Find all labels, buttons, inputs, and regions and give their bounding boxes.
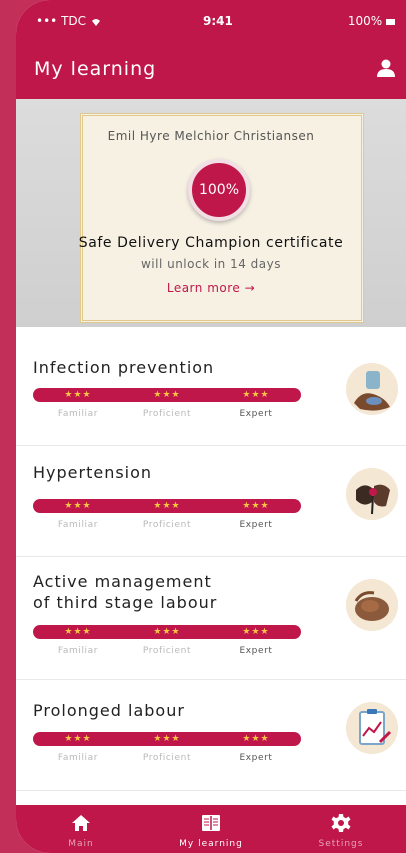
level-expert: Expert xyxy=(239,409,273,419)
level-progress-bar: ★★★ ★★★ ★★★ xyxy=(33,388,301,402)
stars-expert: ★★★ xyxy=(242,627,270,637)
level-progress-bar: ★★★ ★★★ ★★★ xyxy=(33,499,301,513)
handwashing-icon xyxy=(346,363,398,415)
level-expert: Expert xyxy=(239,646,273,656)
module-title: Active management of third stage labour xyxy=(33,572,218,612)
app-header: ••• TDC 9:41 100% My learning xyxy=(16,0,406,99)
tab-main[interactable]: Main xyxy=(16,805,146,853)
module-title: Hypertension xyxy=(33,463,153,482)
level-expert: Expert xyxy=(239,520,273,530)
level-familiar: Familiar xyxy=(57,646,99,656)
module-item-third-stage-labour[interactable]: Active management of third stage labour … xyxy=(16,557,406,680)
module-item-infection-prevention[interactable]: Infection prevention ★★★ ★★★ ★★★ Familia… xyxy=(16,335,406,446)
stars-expert: ★★★ xyxy=(242,734,270,744)
stars-proficient: ★★★ xyxy=(153,734,181,744)
tab-label: Settings xyxy=(318,839,364,849)
stars-proficient: ★★★ xyxy=(153,390,181,400)
page-title: My learning xyxy=(34,58,157,80)
level-familiar: Familiar xyxy=(57,409,99,419)
battery-label: 100% xyxy=(347,14,383,28)
wifi-icon xyxy=(91,19,100,26)
stars-familiar: ★★★ xyxy=(64,627,92,637)
level-proficient: Proficient xyxy=(142,520,192,530)
certificate-card[interactable]: Emil Hyre Melchior Christiansen 100% Saf… xyxy=(16,99,406,327)
module-item-hypertension[interactable]: Hypertension ★★★ ★★★ ★★★ Familiar Profic… xyxy=(16,446,406,557)
level-proficient: Proficient xyxy=(142,409,192,419)
stars-familiar: ★★★ xyxy=(64,734,92,744)
carrier-signal: ••• TDC xyxy=(36,14,102,28)
profile-icon[interactable] xyxy=(376,58,396,78)
tab-label: My learning xyxy=(179,839,243,849)
tab-label: Main xyxy=(68,839,94,849)
level-familiar: Familiar xyxy=(57,753,99,763)
partograph-clipboard-icon xyxy=(346,702,398,754)
battery-indicator: 100% xyxy=(348,14,396,28)
level-familiar: Familiar xyxy=(57,520,99,530)
status-time: 9:41 xyxy=(203,14,233,28)
tab-my-learning[interactable]: My learning xyxy=(146,805,276,853)
signal-dots-icon: ••• xyxy=(36,14,58,28)
carrier-label: TDC xyxy=(61,14,87,28)
level-progress-bar: ★★★ ★★★ ★★★ xyxy=(33,732,301,746)
level-progress-bar: ★★★ ★★★ ★★★ xyxy=(33,625,301,639)
phone-screen: ••• TDC 9:41 100% My learning Emil Hyre … xyxy=(16,0,406,853)
module-item-prolonged-labour[interactable]: Prolonged labour ★★★ ★★★ ★★★ Familiar Pr… xyxy=(16,680,406,791)
learn-more-link[interactable]: Learn more → xyxy=(16,281,406,295)
certificate-title: Safe Delivery Champion certificate xyxy=(78,235,344,251)
gear-icon xyxy=(331,814,351,832)
stars-familiar: ★★★ xyxy=(64,390,92,400)
stars-expert: ★★★ xyxy=(242,501,270,511)
certificate-holder-name: Emil Hyre Melchior Christiansen xyxy=(107,129,315,143)
bottom-tab-bar: Main My learning Settings xyxy=(16,805,406,853)
level-proficient: Proficient xyxy=(142,646,192,656)
stars-proficient: ★★★ xyxy=(153,627,181,637)
book-icon xyxy=(202,815,220,831)
certificate-unlock-text: will unlock in 14 days xyxy=(140,257,282,271)
tab-settings[interactable]: Settings xyxy=(276,805,406,853)
battery-icon xyxy=(386,18,395,25)
home-icon xyxy=(72,815,90,831)
progress-badge: 100% xyxy=(188,159,250,221)
level-expert: Expert xyxy=(239,753,273,763)
placenta-icon xyxy=(346,579,398,631)
module-title: Infection prevention xyxy=(33,358,215,377)
stars-familiar: ★★★ xyxy=(64,501,92,511)
status-bar: ••• TDC 9:41 100% xyxy=(16,14,406,34)
stars-expert: ★★★ xyxy=(242,390,270,400)
stars-proficient: ★★★ xyxy=(153,501,181,511)
level-proficient: Proficient xyxy=(142,753,192,763)
blood-pressure-icon xyxy=(346,468,398,520)
module-title: Prolonged labour xyxy=(33,701,185,720)
